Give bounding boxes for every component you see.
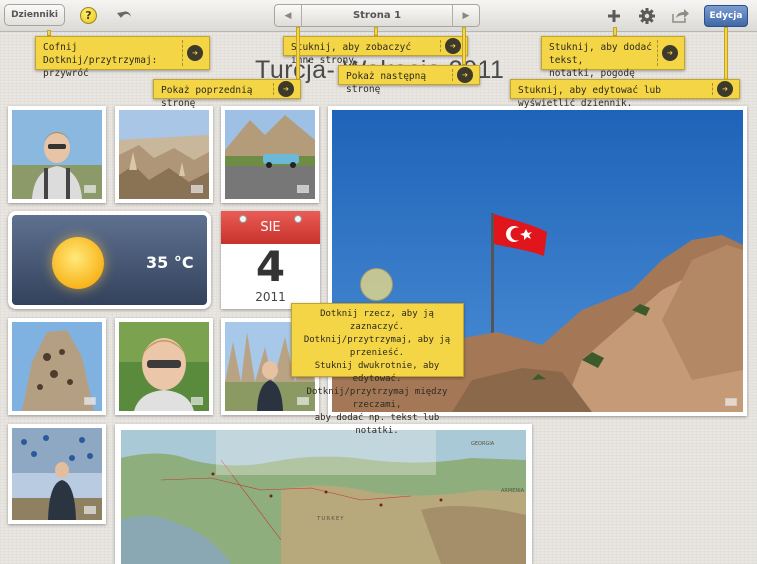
tooltip-pointer (724, 27, 728, 80)
touch-indicator (360, 268, 393, 301)
photo-image (12, 110, 102, 199)
tooltip-pointer (613, 27, 617, 36)
tooltip-text: Pokaż poprzednią stronę (161, 85, 253, 109)
arrow-right-icon: ➔ (662, 45, 678, 61)
tooltip-divider (452, 69, 453, 81)
calendar-month: SIE (221, 211, 320, 244)
tooltip-text: Dotknij/przytrzymaj, aby ją przenieść. (303, 335, 451, 358)
add-button[interactable] (604, 6, 624, 26)
map-label: ARMENIA (501, 488, 525, 494)
image-badge-icon (297, 185, 309, 193)
tooltip-divider (273, 83, 274, 95)
tooltip-add[interactable]: Stuknij, aby dodać tekst, notatki, pogod… (541, 36, 685, 92)
photo-image (12, 322, 102, 411)
tooltip-pages[interactable]: Stuknij, aby zobaczyć inne strony. ➔ (283, 36, 468, 66)
gear-icon (639, 8, 655, 24)
plus-icon (608, 10, 620, 22)
arrow-right-icon: ➔ (187, 45, 203, 61)
image-badge-icon (191, 397, 203, 405)
calendar-year: 2011 (255, 290, 286, 304)
photo-tile[interactable] (8, 424, 106, 524)
tooltip-text: Pokaż następną stronę (346, 71, 427, 95)
calendar-ring-icon (294, 215, 302, 223)
next-page-button[interactable]: ▶ (452, 5, 479, 26)
share-button[interactable] (670, 6, 690, 26)
undo-button[interactable] (114, 6, 134, 26)
edit-button[interactable]: Edycja (704, 5, 748, 27)
image-badge-icon (725, 398, 737, 406)
tooltip-divider (440, 40, 441, 52)
photo-image (119, 110, 209, 199)
undo-icon (117, 11, 131, 18)
tooltip-text: Cofnij (43, 42, 78, 53)
tooltip-divider (657, 40, 658, 66)
arrow-right-icon: ➔ (445, 38, 461, 54)
weather-temperature: 35 °C (146, 253, 194, 272)
page-navigator: ◀ Strona 1 ▶ (274, 4, 480, 27)
photo-image (225, 110, 315, 199)
page-indicator[interactable]: Strona 1 (302, 5, 452, 26)
tooltip-text: Stuknij dwukrotnie, aby edytować. (314, 361, 440, 384)
tooltip-pointer (462, 27, 466, 65)
chevron-right-icon: ▶ (462, 10, 470, 21)
sun-icon (52, 237, 104, 289)
calendar-ring-icon (239, 215, 247, 223)
photo-image (12, 428, 102, 520)
image-badge-icon (84, 506, 96, 514)
settings-button[interactable] (637, 6, 657, 26)
photo-tile[interactable] (221, 106, 319, 203)
tooltip-edit[interactable]: Stuknij, aby edytować lub wyświetlić dzi… (510, 79, 740, 109)
arrow-right-icon: ➔ (717, 81, 733, 97)
help-button[interactable]: ? (80, 7, 97, 24)
map-label: GEORGIA (471, 441, 495, 447)
tooltip-select[interactable]: Dotknij rzecz, aby ją zaznaczyć. Dotknij… (291, 303, 464, 436)
map-image: TURKEY ARMENIA GEORGIA (121, 430, 526, 564)
tooltip-text: Dotknij/przytrzymaj: przywróć (43, 55, 158, 79)
tooltip-next[interactable]: Pokaż następną stronę ➔ (338, 65, 480, 95)
tooltip-text: Stuknij, aby dodać tekst, (549, 42, 652, 66)
tooltip-text: Dotknij rzecz, aby ją zaznaczyć. (320, 309, 434, 332)
calendar-day: 4 (255, 242, 286, 291)
calendar-widget[interactable]: SIE 4 2011 (221, 211, 320, 309)
share-icon (672, 9, 689, 23)
prev-page-button[interactable]: ◀ (275, 5, 302, 26)
tooltip-divider (182, 40, 183, 66)
arrow-right-icon: ➔ (278, 81, 294, 97)
tooltip-pointer (296, 27, 300, 80)
photo-tile[interactable] (8, 318, 106, 415)
arrow-right-icon: ➔ (457, 67, 473, 83)
journals-button[interactable]: Dzienniki (4, 4, 65, 26)
tooltip-divider (712, 83, 713, 95)
image-badge-icon (84, 397, 96, 405)
image-badge-icon (84, 185, 96, 193)
tooltip-text: Stuknij, aby edytować lub wyświetlić dzi… (518, 85, 661, 109)
map-label: TURKEY (317, 516, 345, 522)
photo-tile[interactable] (8, 106, 106, 203)
tooltip-text: Dotknij/przytrzymaj między rzeczami, (306, 387, 448, 410)
image-badge-icon (191, 185, 203, 193)
map-widget[interactable]: TURKEY ARMENIA GEORGIA (115, 424, 532, 564)
photo-image (119, 322, 209, 411)
tooltip-pointer (374, 27, 378, 36)
photo-tile[interactable] (115, 106, 213, 203)
tooltip-undo[interactable]: Cofnij Dotknij/przytrzymaj: przywróć ➔ (35, 36, 210, 79)
photo-tile[interactable] (115, 318, 213, 415)
tooltip-text: aby dodać np. tekst lub notatki. (314, 413, 440, 436)
tooltip-prev[interactable]: Pokaż poprzednią stronę ➔ (153, 79, 301, 109)
tooltip-text: Stuknij, aby zobaczyć inne strony. (291, 42, 412, 66)
chevron-left-icon: ◀ (284, 10, 292, 21)
weather-widget[interactable]: 35 °C (8, 211, 211, 309)
